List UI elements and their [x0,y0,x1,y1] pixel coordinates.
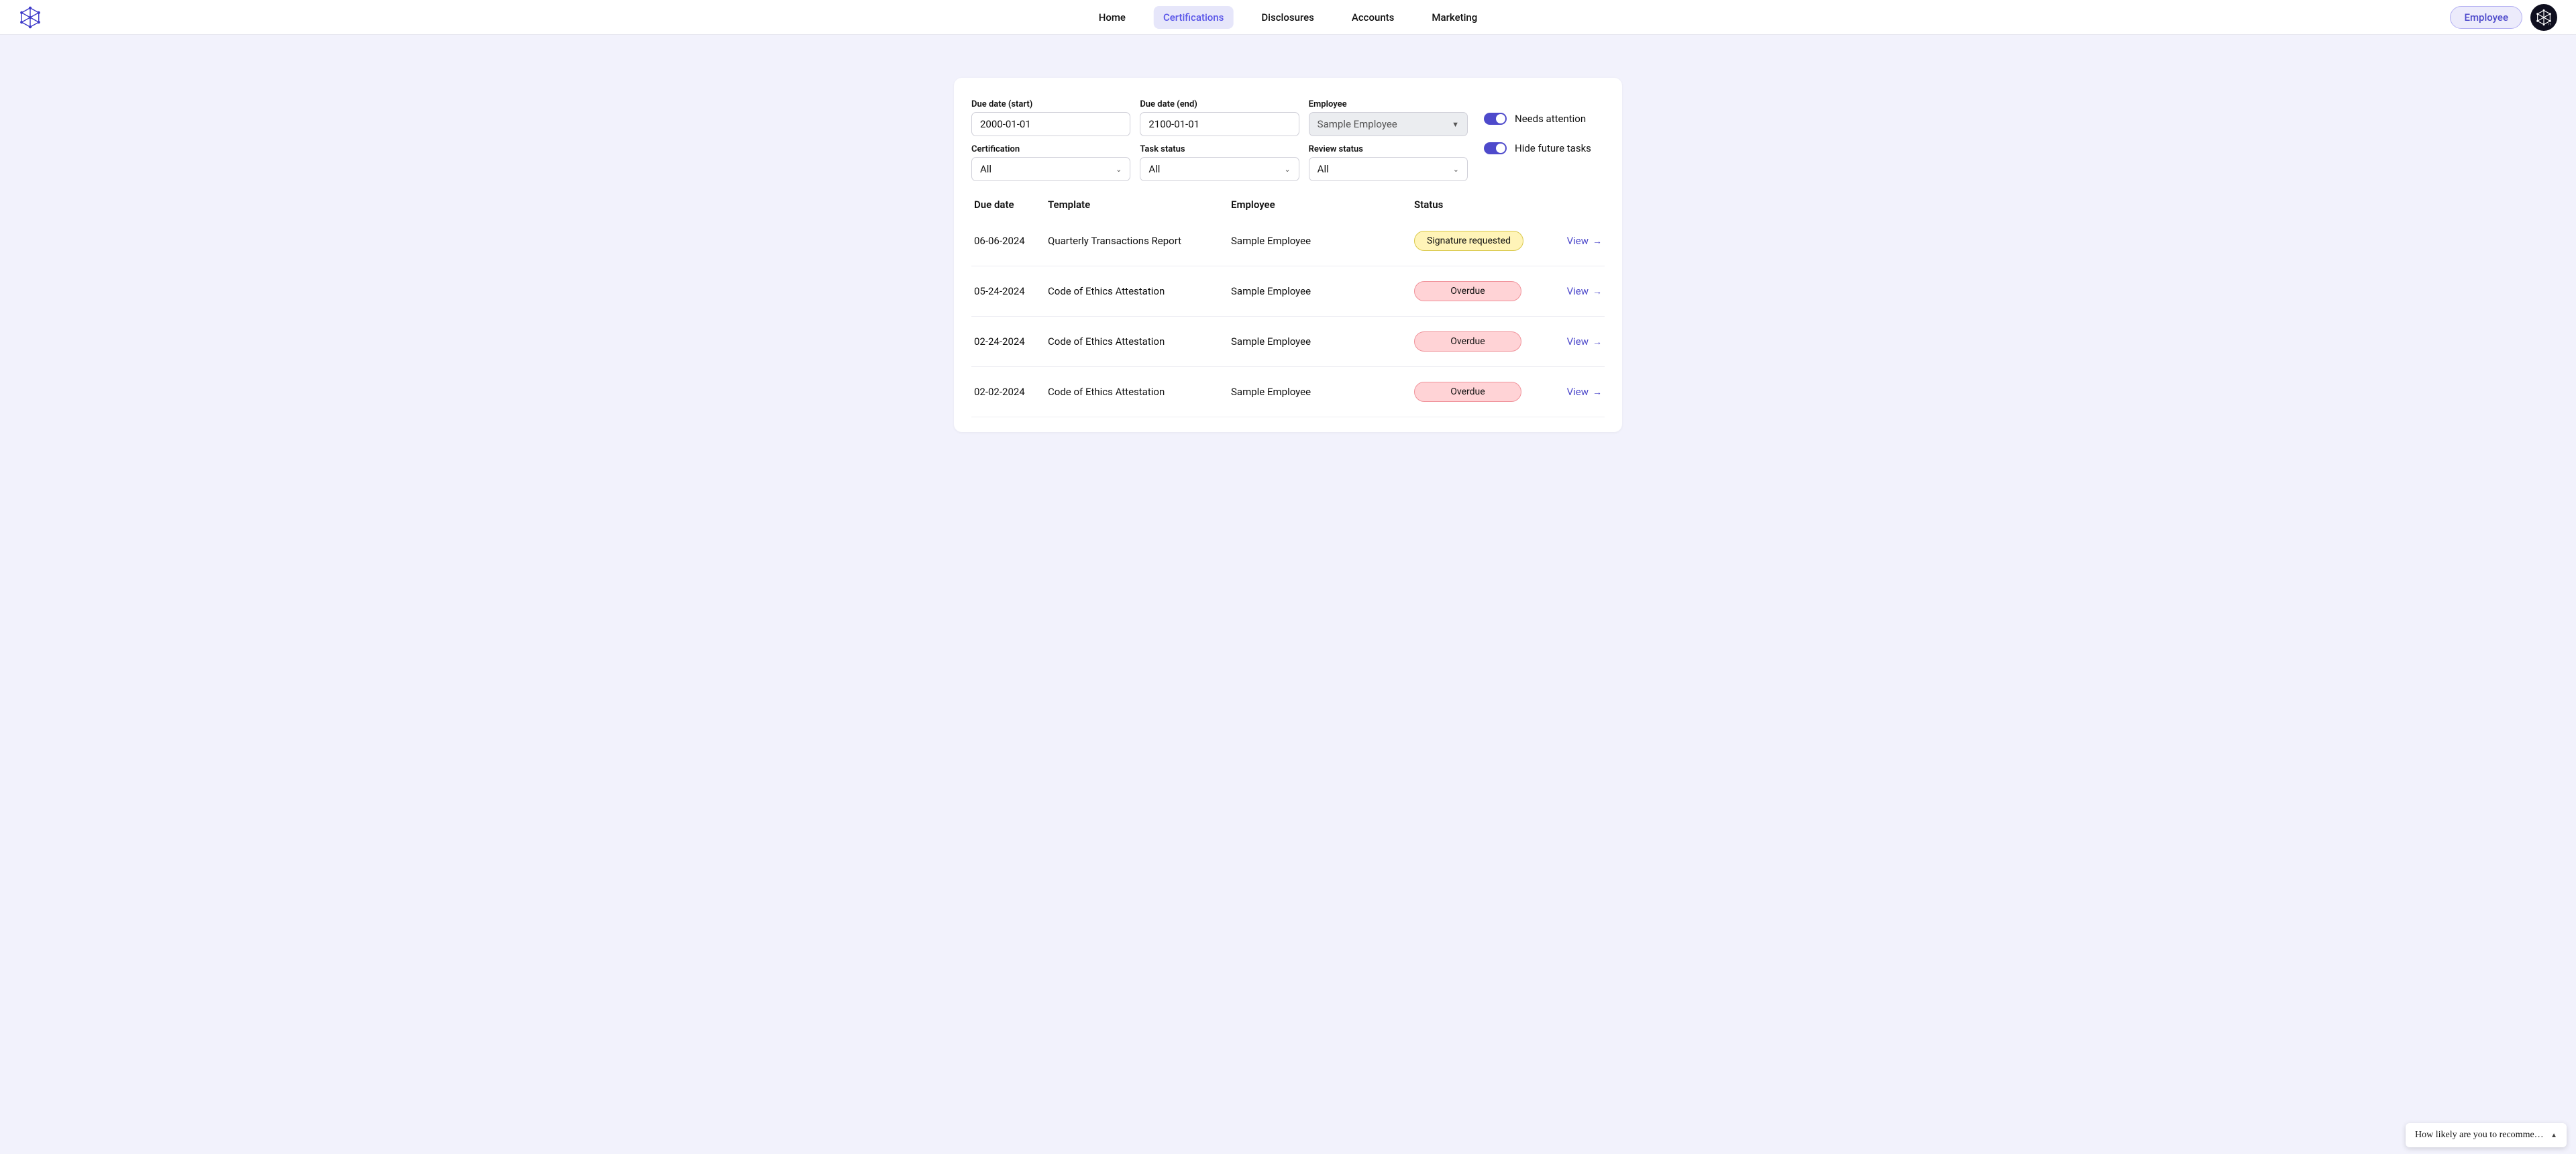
certification-label: Certification [971,144,1130,154]
certifications-card: Due date (start) 2000-01-01 Due date (en… [954,78,1622,432]
feedback-text: How likely are you to recommen… [2415,1130,2544,1141]
cell-template: Code of Ethics Attestation [1048,386,1231,398]
due-end-label: Due date (end) [1140,99,1299,109]
nav-certifications[interactable]: Certifications [1154,6,1233,29]
view-link[interactable]: View → [1548,285,1602,297]
col-template-header: Template [1048,199,1231,211]
view-link[interactable]: View → [1548,386,1602,398]
triangle-up-icon: ▲ [2551,1132,2557,1139]
task-status-select[interactable]: All ⌄ [1140,157,1299,181]
arrow-right-icon: → [1593,235,1602,247]
col-status-header: Status [1414,199,1548,211]
feedback-widget[interactable]: How likely are you to recommen… ▲ [2406,1123,2567,1147]
table-row: 05-24-2024Code of Ethics AttestationSamp… [971,266,1605,317]
hide-future-toggle[interactable] [1484,142,1507,154]
top-nav: Home Certifications Disclosures Accounts… [0,0,2576,35]
view-link[interactable]: View → [1548,235,1602,247]
review-status-label: Review status [1309,144,1468,154]
nav-right: Employee H [2450,4,2557,31]
employee-button[interactable]: Employee [2450,6,2522,29]
status-badge: Overdue [1414,331,1521,352]
status-badge: Signature requested [1414,231,1523,251]
status-badge: Overdue [1414,281,1521,301]
cell-template: Code of Ethics Attestation [1048,285,1231,297]
cell-due: 06-06-2024 [974,235,1048,247]
view-link[interactable]: View → [1548,335,1602,348]
cell-due: 02-02-2024 [974,386,1048,398]
employee-select[interactable]: Sample Employee ▼ [1309,112,1468,136]
cell-employee: Sample Employee [1231,235,1414,247]
cell-due: 05-24-2024 [974,285,1048,297]
nav-marketing[interactable]: Marketing [1422,6,1487,29]
nav-disclosures[interactable]: Disclosures [1252,6,1323,29]
certification-select[interactable]: All ⌄ [971,157,1130,181]
cell-employee: Sample Employee [1231,386,1414,398]
arrow-right-icon: → [1593,386,1602,398]
due-start-label: Due date (start) [971,99,1130,109]
nav-accounts[interactable]: Accounts [1342,6,1404,29]
chevron-down-icon: ▼ [1452,120,1459,129]
hide-future-label: Hide future tasks [1515,142,1591,154]
cell-due: 02-24-2024 [974,335,1048,348]
table-row: 02-02-2024Code of Ethics AttestationSamp… [971,367,1605,417]
table-row: 06-06-2024Quarterly Transactions ReportS… [971,216,1605,266]
table-row: 02-24-2024Code of Ethics AttestationSamp… [971,317,1605,367]
arrow-right-icon: → [1593,336,1602,348]
due-end-input[interactable]: 2100-01-01 [1140,112,1299,136]
needs-attention-toggle[interactable] [1484,113,1507,125]
avatar[interactable]: H [2530,4,2557,31]
needs-attention-label: Needs attention [1515,113,1586,125]
employee-label: Employee [1309,99,1468,109]
filters: Due date (start) 2000-01-01 Due date (en… [971,99,1605,189]
chevron-down-icon: ⌄ [1453,165,1459,174]
cell-employee: Sample Employee [1231,335,1414,348]
col-employee-header: Employee [1231,199,1414,211]
due-start-input[interactable]: 2000-01-01 [971,112,1130,136]
cell-template: Code of Ethics Attestation [1048,335,1231,348]
logo-icon [19,5,42,30]
status-badge: Overdue [1414,382,1521,402]
svg-text:H: H [2548,22,2551,25]
arrow-right-icon: → [1593,286,1602,297]
chevron-down-icon: ⌄ [1284,165,1290,174]
nav-center: Home Certifications Disclosures Accounts… [1089,6,1487,29]
chevron-down-icon: ⌄ [1116,165,1122,174]
table-header: Due date Template Employee Status [971,189,1605,216]
col-due-header: Due date [974,199,1048,211]
review-status-select[interactable]: All ⌄ [1309,157,1468,181]
task-status-label: Task status [1140,144,1299,154]
nav-home[interactable]: Home [1089,6,1135,29]
cell-template: Quarterly Transactions Report [1048,235,1231,247]
cell-employee: Sample Employee [1231,285,1414,297]
